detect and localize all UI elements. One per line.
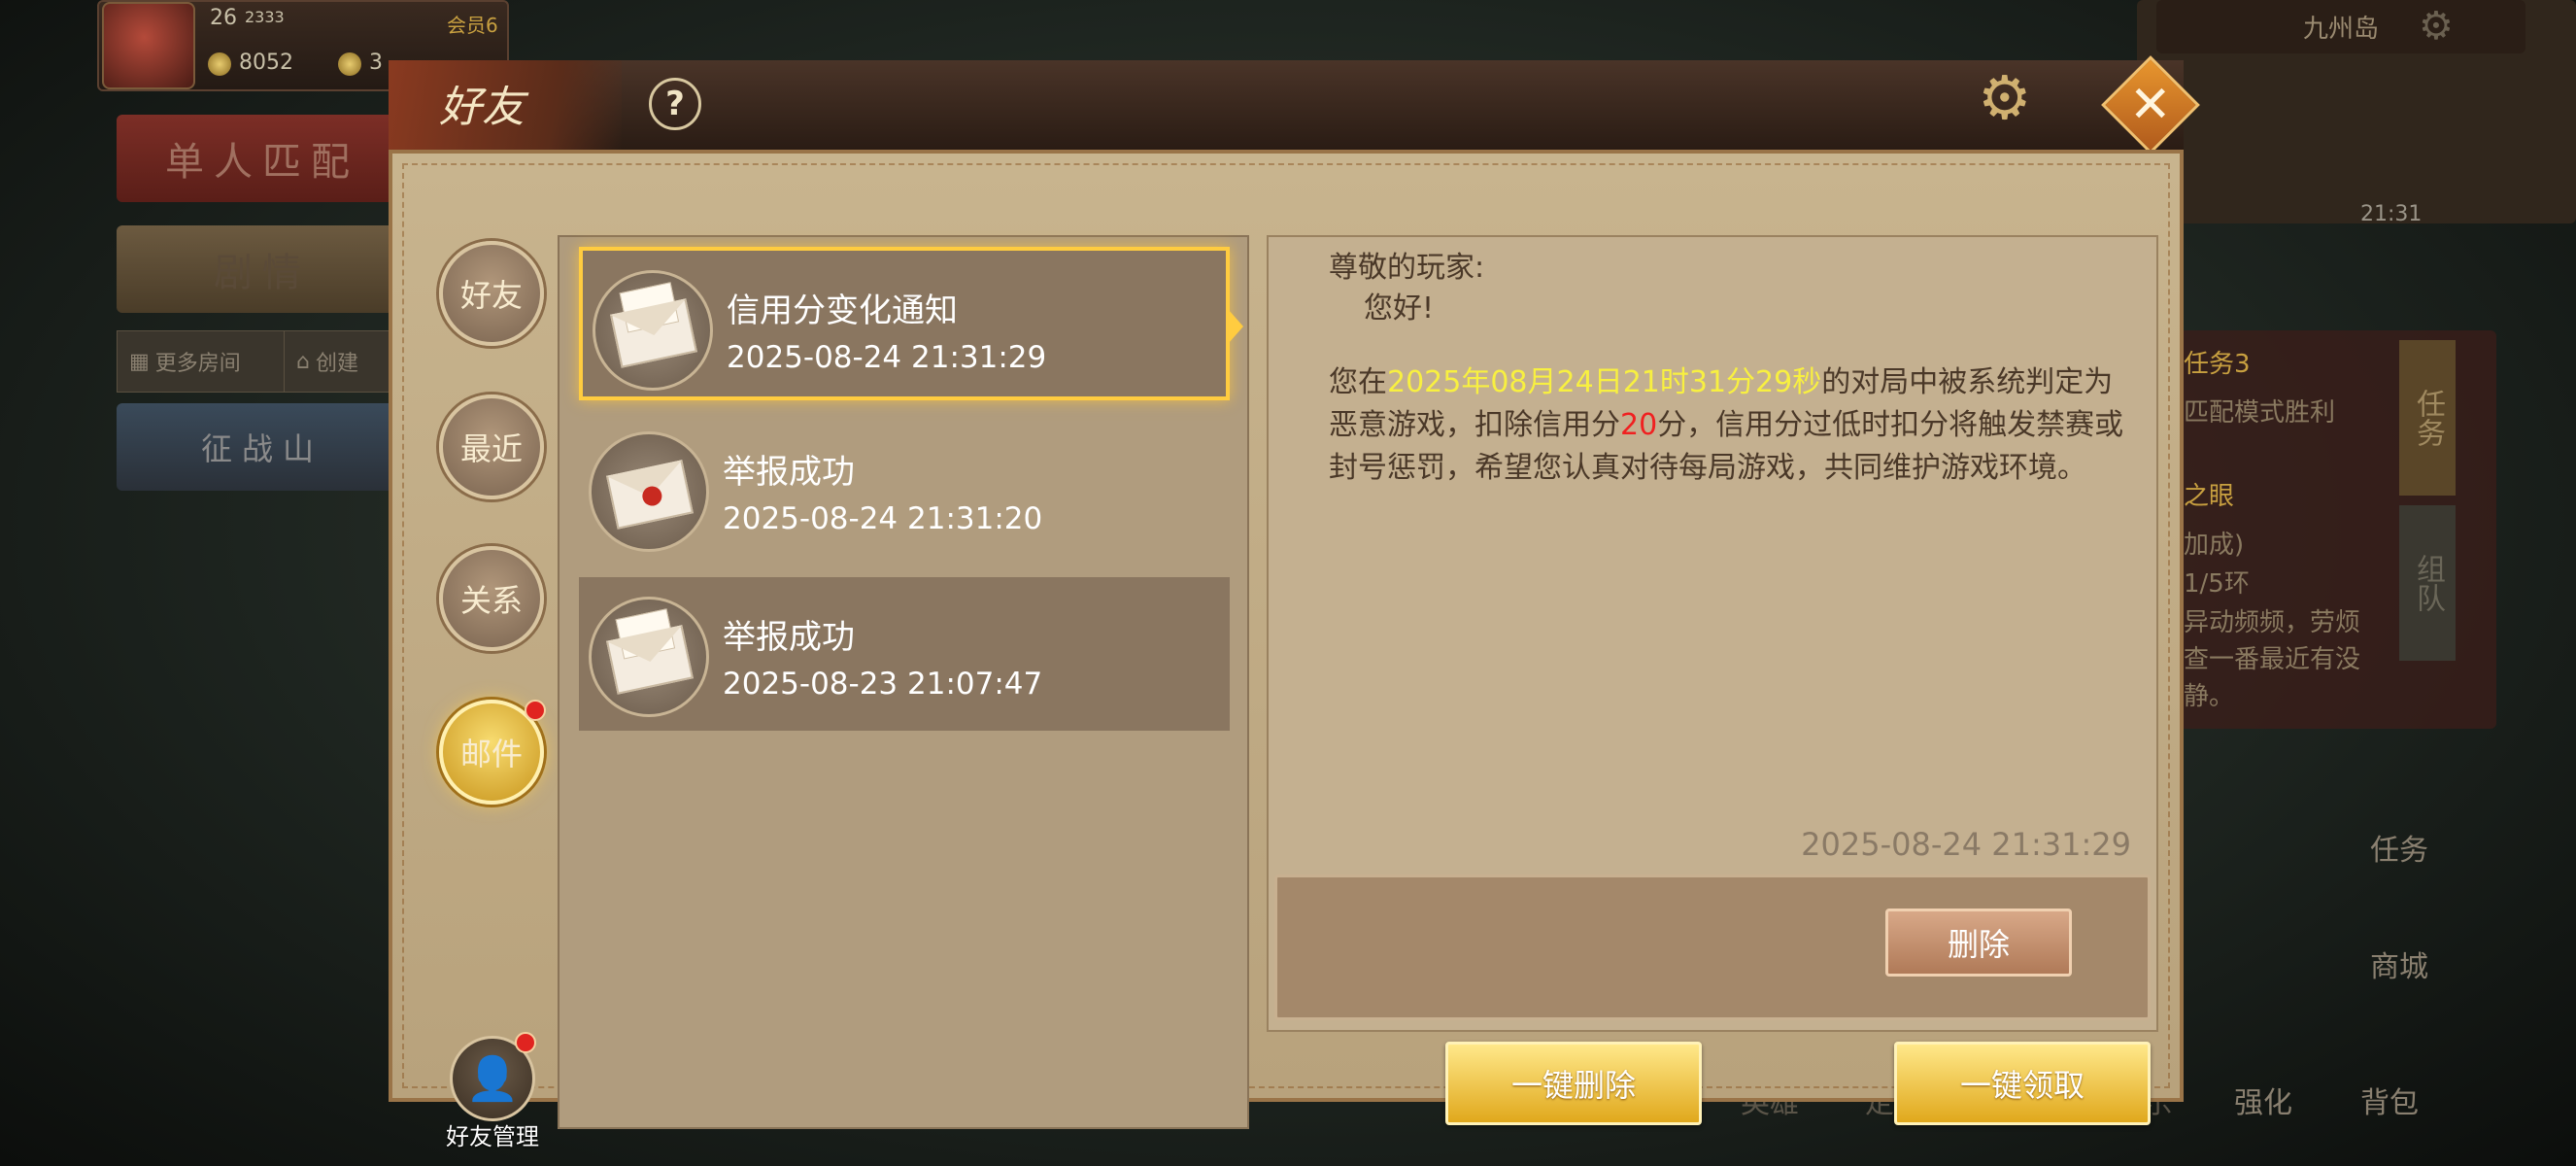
friend-management-button[interactable]: 👤 好友管理 bbox=[439, 1036, 546, 1151]
dialog-title: 好友 bbox=[439, 83, 525, 132]
mail-item[interactable]: 信用分变化通知 2025-08-24 21:31:29 bbox=[579, 247, 1243, 400]
vip-badge: 会员6 bbox=[447, 14, 498, 37]
delete-all-button[interactable]: 一键删除 bbox=[1445, 1042, 1702, 1125]
message-highlight-points: 20 bbox=[1620, 408, 1658, 442]
tab-mail-label: 邮件 bbox=[459, 736, 523, 772]
clock-time: 21:31 bbox=[2360, 202, 2423, 226]
story-button[interactable]: 剧情 bbox=[117, 225, 408, 313]
create-room-label: 创建 bbox=[315, 352, 358, 376]
tab-relations[interactable]: 关系 bbox=[439, 546, 544, 651]
task-line: 查一番最近有没 bbox=[2184, 645, 2361, 674]
gold-amount: 8052 bbox=[239, 51, 293, 75]
room-buttons-row: ▦ 更多房间 ⌂ 创建 bbox=[117, 330, 410, 393]
expedition-button[interactable]: 征战山 bbox=[117, 403, 408, 491]
more-rooms-label: 更多房间 bbox=[154, 352, 241, 376]
close-icon: ✕ bbox=[2129, 75, 2172, 134]
dialog-header: 好友 ? ⚙ ✕ bbox=[389, 55, 2200, 154]
mail-title: 举报成功 bbox=[723, 453, 855, 492]
message-greeting: 尊敬的玩家: bbox=[1329, 251, 1485, 285]
message-hello: 您好! bbox=[1364, 292, 1435, 326]
task-line: 异动频频，劳烦 bbox=[2184, 608, 2361, 637]
opened-envelope-icon bbox=[589, 597, 709, 717]
mail-title: 信用分变化通知 bbox=[727, 292, 958, 330]
mail-item[interactable]: 举报成功 2025-08-23 21:07:47 bbox=[579, 577, 1230, 731]
question-icon[interactable]: ? bbox=[649, 78, 701, 130]
task-line: 加成) bbox=[2184, 531, 2245, 560]
mail-time: 2025-08-23 21:07:47 bbox=[723, 667, 1043, 702]
task-tab[interactable]: 任务 bbox=[2399, 340, 2456, 496]
task-line: 之眼 bbox=[2184, 482, 2235, 511]
task-title: 任务3 bbox=[2184, 350, 2251, 379]
message-text: 您在 bbox=[1329, 365, 1387, 399]
notification-dot bbox=[525, 700, 546, 721]
claim-all-button[interactable]: 一键领取 bbox=[1894, 1042, 2151, 1125]
dialog-body: 好友 最近 关系 邮件 👤 好友管理 信用分变化通知 2025-08-24 21… bbox=[389, 150, 2184, 1150]
player-avatar[interactable] bbox=[102, 2, 195, 89]
tab-friends[interactable]: 好友 bbox=[439, 241, 544, 346]
tab-recent[interactable]: 最近 bbox=[439, 394, 544, 499]
home-icon: ⌂ bbox=[296, 349, 310, 374]
shop-button[interactable]: 商城 bbox=[2370, 943, 2428, 985]
attachment-area: 删除 bbox=[1274, 874, 2151, 1020]
sealed-envelope-icon bbox=[589, 431, 709, 552]
delete-button[interactable]: 删除 bbox=[1885, 909, 2072, 977]
mail-item[interactable]: 举报成功 2025-08-24 21:31:20 bbox=[579, 412, 1230, 566]
mail-title: 举报成功 bbox=[723, 618, 855, 657]
message-highlight-time: 2025年08月24日21时31分29秒 bbox=[1387, 365, 1822, 399]
selection-arrow-icon bbox=[1228, 309, 1243, 344]
task-line: 1/5环 bbox=[2184, 569, 2250, 599]
gold-coin-icon bbox=[208, 52, 231, 76]
opened-envelope-icon bbox=[593, 270, 713, 391]
task-shortcut-button[interactable]: 任务 bbox=[2370, 826, 2428, 869]
task-line: 匹配模式胜利 bbox=[2184, 398, 2336, 428]
task-line: 静。 bbox=[2184, 682, 2235, 711]
friend-management-label: 好友管理 bbox=[446, 1123, 539, 1150]
grid-icon: ▦ bbox=[129, 349, 150, 374]
team-tab[interactable]: 组队 bbox=[2399, 505, 2456, 661]
more-rooms-button[interactable]: ▦ 更多房间 bbox=[117, 330, 288, 393]
strengthen-button[interactable]: 强化 bbox=[2234, 1079, 2292, 1121]
mail-time: 2025-08-24 21:31:29 bbox=[727, 340, 1047, 375]
player-exp: 2333 bbox=[245, 8, 285, 26]
bag-button[interactable]: 背包 bbox=[2360, 1079, 2419, 1121]
region-name: 九州岛 bbox=[2156, 0, 2525, 53]
message-panel: 尊敬的玩家: 您好! 您在2025年08月24日21时31分29秒的对局中被系统… bbox=[1267, 235, 2158, 1032]
mail-list[interactable]: 信用分变化通知 2025-08-24 21:31:29 举报成功 2025-08… bbox=[558, 235, 1249, 1129]
message-body: 您在2025年08月24日21时31分29秒的对局中被系统判定为恶意游戏，扣除信… bbox=[1329, 361, 2125, 490]
notification-dot bbox=[515, 1032, 536, 1053]
friends-dialog: 好友 ? ⚙ ✕ 好友 最近 关系 邮件 👤 好友管理 信用分变化通知 2025… bbox=[389, 55, 2200, 1150]
message-date: 2025-08-24 21:31:29 bbox=[1801, 826, 2131, 863]
coupon-icon bbox=[338, 52, 361, 76]
gear-icon[interactable]: ⚙ bbox=[2419, 4, 2454, 49]
player-level: 26 bbox=[210, 6, 237, 30]
mail-time: 2025-08-24 21:31:20 bbox=[723, 501, 1043, 536]
gear-icon[interactable]: ⚙ bbox=[1978, 68, 2032, 128]
single-match-button[interactable]: 单人匹配 bbox=[117, 115, 408, 202]
coupon-amount: 3 bbox=[369, 51, 383, 75]
